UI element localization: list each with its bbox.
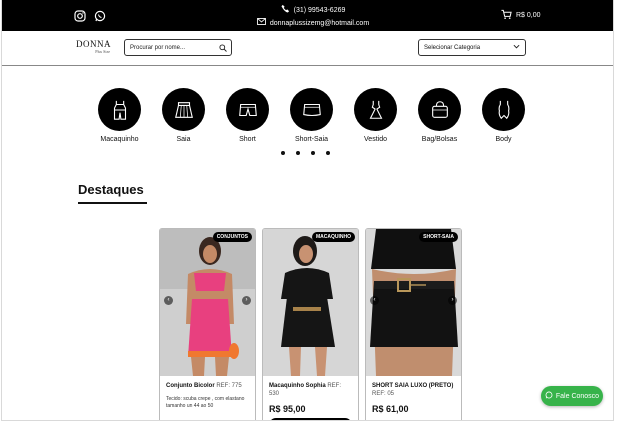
product-ref: REF: 05 — [372, 391, 395, 397]
instagram-icon[interactable] — [74, 9, 86, 22]
category-select[interactable]: Selecionar Categoria — [418, 39, 526, 56]
product-name[interactable]: Macaquinho Sophia REF: 530 — [263, 376, 358, 398]
product-image[interactable]: CONJUNTOS ‹ › — [160, 229, 255, 376]
category-short[interactable]: Short — [226, 88, 269, 143]
skort-icon — [302, 103, 321, 116]
carousel-dot[interactable] — [311, 151, 315, 155]
category-label: Short-Saia — [294, 136, 329, 143]
search-input[interactable]: Procurar por nome... — [124, 39, 232, 56]
chevron-right-icon[interactable]: › — [448, 296, 457, 305]
product-badge: SHORT-SAIA — [419, 232, 458, 242]
bodysuit-icon — [498, 100, 509, 119]
site-header: DONNA Plus Size Procurar por nome... Sel… — [2, 31, 613, 66]
top-bar: (31) 99543-6269 donnaplussizemg@hotmail.… — [2, 0, 613, 31]
logo-main: DONNA — [76, 39, 111, 49]
jumpsuit-icon — [113, 100, 126, 120]
mail-icon — [256, 18, 266, 30]
product-photo — [263, 229, 358, 376]
category-label: Body — [495, 136, 512, 143]
whatsapp-icon[interactable] — [94, 9, 106, 22]
section-title: Destaques — [78, 182, 144, 197]
page-frame: (31) 99543-6269 donnaplussizemg@hotmail.… — [1, 0, 614, 421]
product-photo — [366, 229, 461, 376]
product-ref: REF: 775 — [216, 383, 242, 389]
product-title: SHORT SAIA LUXO (PRETO) — [372, 383, 454, 389]
logo-sub: Plus Size — [95, 49, 110, 54]
carousel-dots[interactable] — [281, 151, 330, 155]
search-icon[interactable] — [219, 44, 227, 52]
category-label: Short — [239, 136, 256, 143]
phone-icon — [281, 4, 290, 18]
category-select-value: Selecionar Categoria — [424, 44, 481, 51]
contact-info: (31) 99543-6269 donnaplussizemg@hotmail.… — [248, 4, 378, 30]
product-image[interactable]: SHORT-SAIA ‹ › — [366, 229, 461, 376]
category-label: Macaquinho — [100, 136, 139, 143]
chevron-down-icon — [513, 44, 520, 51]
product-description: Tecido: scuba crepe , com elastano taman… — [166, 396, 245, 409]
category-macaquinho[interactable]: Macaquinho — [98, 88, 141, 143]
product-image[interactable]: MACAQUINHO — [263, 229, 358, 376]
product-title: Macaquinho Sophia — [269, 383, 326, 389]
cart-button[interactable]: R$ 0,00 — [501, 9, 541, 22]
category-body[interactable]: Body — [482, 88, 525, 143]
cart-total: R$ 0,00 — [516, 12, 541, 19]
dress-icon — [369, 100, 382, 119]
category-carousel: Macaquinho Saia Short Short-Saia Vestido… — [98, 88, 525, 143]
site-logo[interactable]: DONNA Plus Size — [76, 39, 111, 55]
cart-icon — [501, 9, 512, 22]
title-underline — [78, 202, 147, 204]
category-bag-bolsas[interactable]: Bag/Bolsas — [418, 88, 461, 143]
category-label: Vestido — [364, 136, 387, 143]
category-vestido[interactable]: Vestido — [354, 88, 397, 143]
product-price: R$ 61,00 — [372, 404, 409, 414]
bag-icon — [431, 100, 448, 118]
whatsapp-contact-button[interactable]: Fale Conosco — [541, 386, 603, 406]
chevron-right-icon[interactable]: › — [242, 296, 251, 305]
skirt-icon — [174, 101, 193, 118]
carousel-dot[interactable] — [281, 151, 285, 155]
product-card[interactable]: MACAQUINHO Macaquinho Sophia REF: 530 R$… — [262, 228, 359, 420]
category-short-saia[interactable]: Short-Saia — [290, 88, 333, 143]
fab-label: Fale Conosco — [555, 392, 600, 400]
carousel-dot[interactable] — [326, 151, 330, 155]
product-name[interactable]: SHORT SAIA LUXO (PRETO) REF: 05 — [366, 376, 461, 398]
category-label: Saia — [176, 136, 191, 143]
product-card[interactable]: SHORT-SAIA ‹ › SHORT SAIA LUXO (PRETO) R… — [365, 228, 462, 420]
search-placeholder: Procurar por nome... — [130, 44, 186, 51]
phone-number[interactable]: (31) 99543-6269 — [294, 5, 346, 17]
product-badge: CONJUNTOS — [212, 232, 252, 242]
product-photo — [160, 229, 255, 376]
chevron-left-icon[interactable]: ‹ — [164, 296, 173, 305]
email-address[interactable]: donnaplussizemg@hotmail.com — [270, 18, 369, 30]
product-card[interactable]: CONJUNTOS ‹ › Conjunto Bicolor REF: 775 … — [159, 228, 256, 420]
product-name[interactable]: Conjunto Bicolor REF: 775 — [160, 376, 255, 390]
product-title: Conjunto Bicolor — [166, 383, 215, 389]
chevron-left-icon[interactable]: ‹ — [370, 296, 379, 305]
buy-button[interactable] — [269, 418, 352, 420]
carousel-dot[interactable] — [296, 151, 300, 155]
social-links — [74, 9, 106, 22]
shorts-icon — [238, 103, 257, 116]
product-price: R$ 95,00 — [269, 404, 306, 414]
category-saia[interactable]: Saia — [162, 88, 205, 143]
category-label: Bag/Bolsas — [421, 136, 458, 143]
product-badge: MACAQUINHO — [312, 232, 355, 242]
whatsapp-icon — [545, 391, 553, 401]
